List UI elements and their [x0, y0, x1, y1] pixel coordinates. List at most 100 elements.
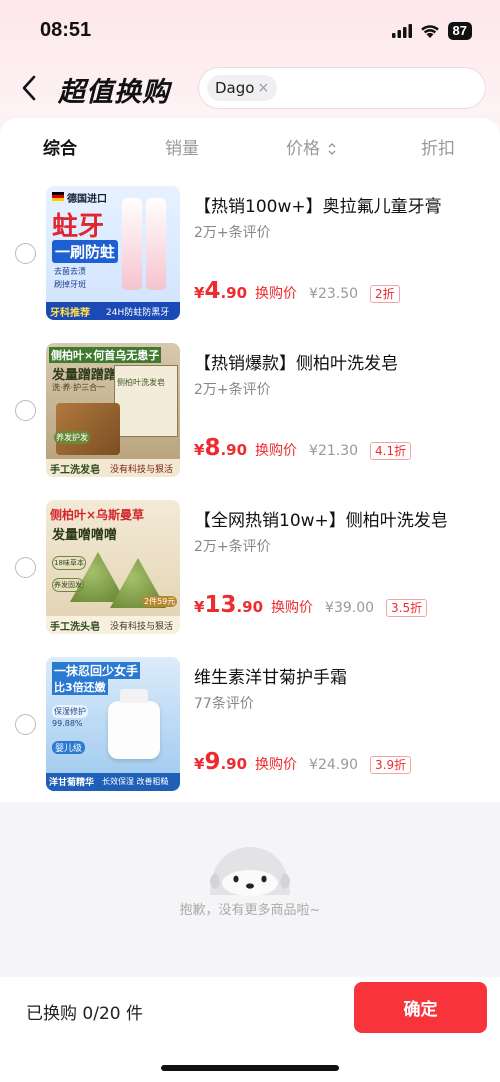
- thumb-text: 牙科推荐: [50, 308, 90, 319]
- thumb-text: 一抹忍回少女手: [52, 662, 141, 679]
- select-radio[interactable]: [15, 243, 36, 264]
- price-row: ¥9.90 换购价 ¥24.90 3.9折: [194, 749, 412, 775]
- nav-bar: 超值换购 Dago ×: [0, 62, 500, 114]
- select-radio[interactable]: [15, 714, 36, 735]
- sort-updown-icon: [328, 143, 336, 155]
- thumb-text: 18味草本: [52, 556, 86, 570]
- cream-bottle-icon: [108, 701, 160, 759]
- product-image-hair-soap[interactable]: 侧柏叶×何首乌无患子 发量蹭蹭蹭 洗·养·护三合一 侧柏叶洗发皂 养发护发 手工…: [46, 343, 180, 477]
- page-title: 超值换购: [58, 77, 170, 108]
- thumb-text: 养发护发: [54, 431, 90, 444]
- thumb-text: 蛀牙: [52, 212, 105, 242]
- search-input[interactable]: Dago ×: [199, 68, 485, 108]
- sort-tab-discount[interactable]: 折扣: [421, 134, 455, 159]
- thumb-text: 比3倍还嫩: [52, 679, 108, 695]
- product-item[interactable]: 一抹忍回少女手 比3倍还嫩 保湿修护 99.88% 婴儿级 洋甘菊精华 长效保湿…: [0, 657, 500, 807]
- status-time: 08:51: [40, 19, 92, 41]
- sort-tab-price[interactable]: 价格: [286, 134, 337, 159]
- back-button[interactable]: [14, 68, 44, 108]
- product-item[interactable]: 德国进口 蛀牙 一刷防蛀 去菌去渍 刷掉牙斑 牙科推荐 24H防蛀防黑牙 【热销…: [0, 186, 500, 336]
- discount-badge: 3.9折: [370, 756, 412, 774]
- exchange-count: 已换购 0/20 件: [26, 1004, 143, 1024]
- exchange-price: ¥13.90: [194, 592, 264, 618]
- thumb-text: 侧柏叶×乌斯曼草: [50, 508, 145, 522]
- thumb-text: 一刷防蛀: [52, 240, 119, 263]
- toothpaste-tube-icon: [146, 198, 166, 290]
- price-label: 换购价: [255, 286, 298, 302]
- status-bar: 08:51 87: [0, 0, 500, 60]
- sort-bar: 综合 销量 价格 折扣: [0, 118, 500, 176]
- germany-flag-icon: [52, 192, 64, 201]
- soap-box-icon: [114, 365, 178, 437]
- thumb-text: 手工洗发皂: [50, 465, 100, 476]
- chevron-left-icon: [22, 75, 36, 101]
- select-radio[interactable]: [15, 400, 36, 421]
- product-title[interactable]: 【热销爆款】侧柏叶洗发皂: [194, 349, 398, 374]
- bottle-pump-icon: [120, 689, 148, 703]
- thumb-text: 发量噌噌噌: [52, 528, 118, 543]
- soap-bar-icon: [56, 403, 120, 455]
- empty-state-text: 抱歉，没有更多商品啦~: [179, 903, 321, 918]
- product-list-card: 综合 销量 价格 折扣 德国进口 蛀牙 一刷防蛀 去菌去渍 刷掉牙斑 牙科推荐 …: [0, 118, 500, 802]
- toothpaste-tube-icon: [122, 198, 142, 290]
- battery-icon: 87: [447, 22, 472, 40]
- thumb-text: 侧柏叶洗发皂: [117, 378, 165, 387]
- original-price: ¥24.90: [309, 757, 359, 773]
- thumb-text: 99.88%: [52, 719, 83, 728]
- exchange-price: ¥8.90: [194, 435, 248, 461]
- thumb-text: 保湿修护: [52, 705, 88, 718]
- product-item[interactable]: 侧柏叶×乌斯曼草 发量噌噌噌 18味草本 养发固发 2件59元 手工洗头皂 没有…: [0, 500, 500, 650]
- price-label: 换购价: [255, 757, 298, 773]
- thumb-text: 长效保湿 改善粗糙: [102, 777, 169, 786]
- product-reviews: 2万+条评价: [194, 539, 271, 555]
- price-row: ¥8.90 换购价 ¥21.30 4.1折: [194, 435, 412, 461]
- price-row: ¥4.90 换购价 ¥23.50 2折: [194, 278, 400, 304]
- sort-tab-comprehensive[interactable]: 综合: [43, 134, 77, 159]
- thumb-text: 没有科技与狠活: [110, 465, 174, 475]
- search-tag[interactable]: Dago ×: [207, 75, 278, 101]
- thumb-text: 德国进口: [67, 194, 107, 205]
- original-price: ¥39.00: [325, 600, 375, 616]
- product-title[interactable]: 维生素洋甘菊护手霜: [194, 663, 347, 688]
- product-image-hand-cream[interactable]: 一抹忍回少女手 比3倍还嫩 保湿修护 99.88% 婴儿级 洋甘菊精华 长效保湿…: [46, 657, 180, 791]
- thumb-text: 侧柏叶×何首乌无患子: [49, 347, 162, 363]
- thumb-text: 2件59元: [142, 596, 178, 607]
- sort-tab-sales[interactable]: 销量: [165, 134, 199, 159]
- thumb-text: 洋甘菊精华: [49, 778, 95, 788]
- thumb-text: 24H防蛀防黑牙: [106, 308, 170, 318]
- product-image-toothpaste[interactable]: 德国进口 蛀牙 一刷防蛀 去菌去渍 刷掉牙斑 牙科推荐 24H防蛀防黑牙: [46, 186, 180, 320]
- select-radio[interactable]: [15, 557, 36, 578]
- original-price: ¥23.50: [309, 286, 359, 302]
- product-reviews: 2万+条评价: [194, 382, 271, 398]
- thumb-text: 养发固发: [52, 578, 84, 592]
- thumb-text: 去菌去渍: [54, 267, 86, 276]
- status-icons: 87: [391, 22, 472, 40]
- product-reviews: 77条评价: [194, 696, 254, 712]
- confirm-button[interactable]: 确定: [354, 982, 487, 1033]
- product-title[interactable]: 【热销100w+】奥拉氟儿童牙膏: [194, 192, 442, 217]
- empty-mascot-icon: [210, 847, 290, 896]
- thumb-text: 发量蹭蹭蹭: [52, 368, 118, 383]
- product-reviews: 2万+条评价: [194, 225, 271, 241]
- discount-badge: 2折: [370, 285, 400, 303]
- product-item[interactable]: 侧柏叶×何首乌无患子 发量蹭蹭蹭 洗·养·护三合一 侧柏叶洗发皂 养发护发 手工…: [0, 343, 500, 493]
- product-image-hair-soap-green[interactable]: 侧柏叶×乌斯曼草 发量噌噌噌 18味草本 养发固发 2件59元 手工洗头皂 没有…: [46, 500, 180, 634]
- price-label: 换购价: [271, 600, 314, 616]
- close-icon[interactable]: ×: [257, 75, 269, 101]
- discount-badge: 3.5折: [386, 599, 428, 617]
- thumb-text: 洗·养·护三合一: [52, 383, 106, 392]
- price-row: ¥13.90 换购价 ¥39.00 3.5折: [194, 592, 428, 618]
- exchange-price: ¥9.90: [194, 749, 248, 775]
- exchange-price: ¥4.90: [194, 278, 248, 304]
- thumb-text: 婴儿级: [52, 741, 86, 754]
- discount-badge: 4.1折: [370, 442, 412, 460]
- product-title[interactable]: 【全网热销10w+】侧柏叶洗发皂: [194, 506, 448, 531]
- bottom-bar: 已换购 0/20 件 确定: [0, 977, 500, 1082]
- home-indicator[interactable]: [161, 1065, 339, 1071]
- wifi-icon: [420, 24, 439, 38]
- thumb-text: 刷掉牙斑: [54, 280, 86, 289]
- sort-tab-price-label: 价格: [286, 139, 320, 159]
- search-tag-label: Dago: [215, 79, 255, 97]
- signal-icon: [391, 24, 412, 38]
- price-label: 换购价: [255, 443, 298, 459]
